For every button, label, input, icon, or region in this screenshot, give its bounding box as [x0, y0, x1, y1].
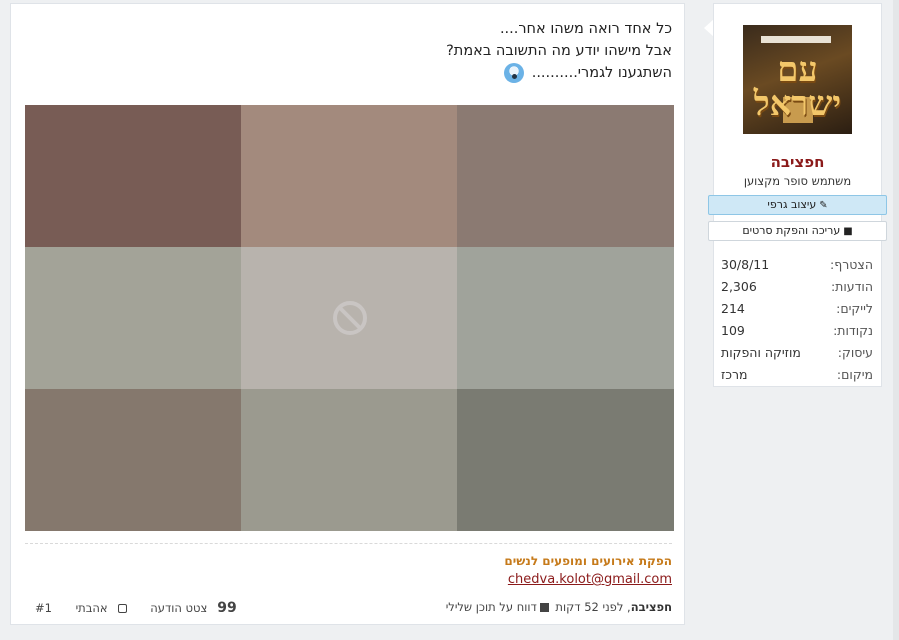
stat-key: הצטרף:: [830, 257, 873, 272]
avatar-text: עם ישראל: [753, 50, 842, 124]
like-button[interactable]: אהבתי: [66, 601, 127, 615]
stat-points: נקודות: 109: [721, 320, 873, 342]
stat-key: נקודות:: [833, 323, 873, 338]
image-cell: [241, 389, 457, 531]
post-meta: חפציבה, לפני 52 דקות דווח על תוכן שלילי: [446, 600, 672, 614]
post-line-1: כל אחד רואה משהו אחר....: [499, 21, 672, 37]
post-line-3-text: השתגענו לגמרי..........: [531, 65, 672, 81]
image-cell: [457, 247, 674, 389]
badge-graphic-design[interactable]: ✎עיצוב גרפי: [708, 195, 887, 215]
stat-value: 2,306: [721, 279, 757, 294]
post-card: כל אחד רואה משהו אחר.... אבל מישהו יודע …: [10, 3, 685, 625]
user-stats: הצטרף: 30/8/11 הודעות: 2,306 לייקים: 214 נק…: [721, 254, 873, 386]
screaming-face-emoji-icon: [504, 63, 525, 83]
stat-joined: הצטרף: 30/8/11: [721, 254, 873, 276]
blocked-image-icon: [332, 301, 367, 335]
user-title: משתמש סופר מקצוען: [743, 174, 852, 188]
stat-value: 30/8/11: [721, 257, 770, 272]
post-signature: הפקת אירועים ומופעים לנשים chedva.kolot@…: [504, 552, 672, 589]
username-link[interactable]: חפציבה: [714, 153, 881, 171]
post-actions: 99 צטט הודעה אהבתי #1: [25, 600, 237, 616]
video-camera-icon: ■: [843, 226, 853, 237]
flag-icon: [539, 603, 549, 612]
stat-key: הודעות:: [830, 279, 873, 294]
pencil-icon: ✎: [819, 200, 828, 211]
signature-divider: [25, 543, 672, 544]
badge-video-editing[interactable]: ■עריכה והפקת סרטים: [708, 221, 887, 241]
badge-label: עריכה והפקת סרטים: [742, 224, 841, 237]
user-info-sidebar: עם ישראל חפציבה משתמש סופר מקצוען ✎עיצוב…: [708, 3, 887, 387]
stat-value: מרכז: [721, 367, 748, 382]
stat-value: 109: [721, 323, 745, 338]
post-message: כל אחד רואה משהו אחר.... אבל מישהו יודע …: [446, 18, 672, 84]
image-cell: [241, 105, 457, 247]
quote-icon: 99: [217, 600, 237, 616]
quote-button[interactable]: 99 צטט הודעה: [140, 600, 237, 616]
image-cell: [457, 389, 674, 531]
stat-key: מיקום:: [836, 367, 873, 382]
user-avatar[interactable]: עם ישראל: [743, 25, 852, 134]
quote-label: צטט הודעה: [150, 601, 208, 615]
page-scroll-edge: [893, 0, 899, 640]
image-cell: [25, 105, 241, 247]
avatar-banner: [761, 36, 831, 43]
post-number-link[interactable]: #1: [35, 601, 52, 615]
like-label: אהבתי: [75, 601, 108, 615]
post-line-3: השתגענו לגמרי..........: [446, 62, 672, 84]
post-author-link[interactable]: חפציבה: [631, 600, 672, 614]
post-image-blocked[interactable]: [25, 105, 674, 531]
post-footer: חפציבה, לפני 52 דקות דווח על תוכן שלילי …: [25, 600, 672, 618]
signature-title: הפקת אירועים ומופעים לנשים: [504, 554, 672, 568]
stat-occupation: עיסוק: מוזיקה והפקות: [721, 342, 873, 364]
report-link[interactable]: דווח על תוכן שלילי: [446, 600, 537, 614]
thumbs-up-icon: [117, 604, 127, 613]
stat-key: לייקים:: [836, 301, 873, 316]
post-time: , לפני 52 דקות: [555, 600, 631, 614]
signature-email-link[interactable]: chedva.kolot@gmail.com: [508, 572, 672, 587]
stat-likes: לייקים: 214: [721, 298, 873, 320]
image-cell: [457, 105, 674, 247]
post-line-2: אבל מישהו יודע מה התשובה באמת?: [446, 43, 672, 59]
stat-key: עיסוק:: [837, 345, 873, 360]
image-cell: [25, 389, 241, 531]
stat-value: 214: [721, 301, 745, 316]
image-cell: [25, 247, 241, 389]
stat-value: מוזיקה והפקות: [721, 345, 801, 360]
stat-location: מיקום: מרכז: [721, 364, 873, 386]
badge-label: עיצוב גרפי: [767, 198, 817, 211]
stat-posts: הודעות: 2,306: [721, 276, 873, 298]
